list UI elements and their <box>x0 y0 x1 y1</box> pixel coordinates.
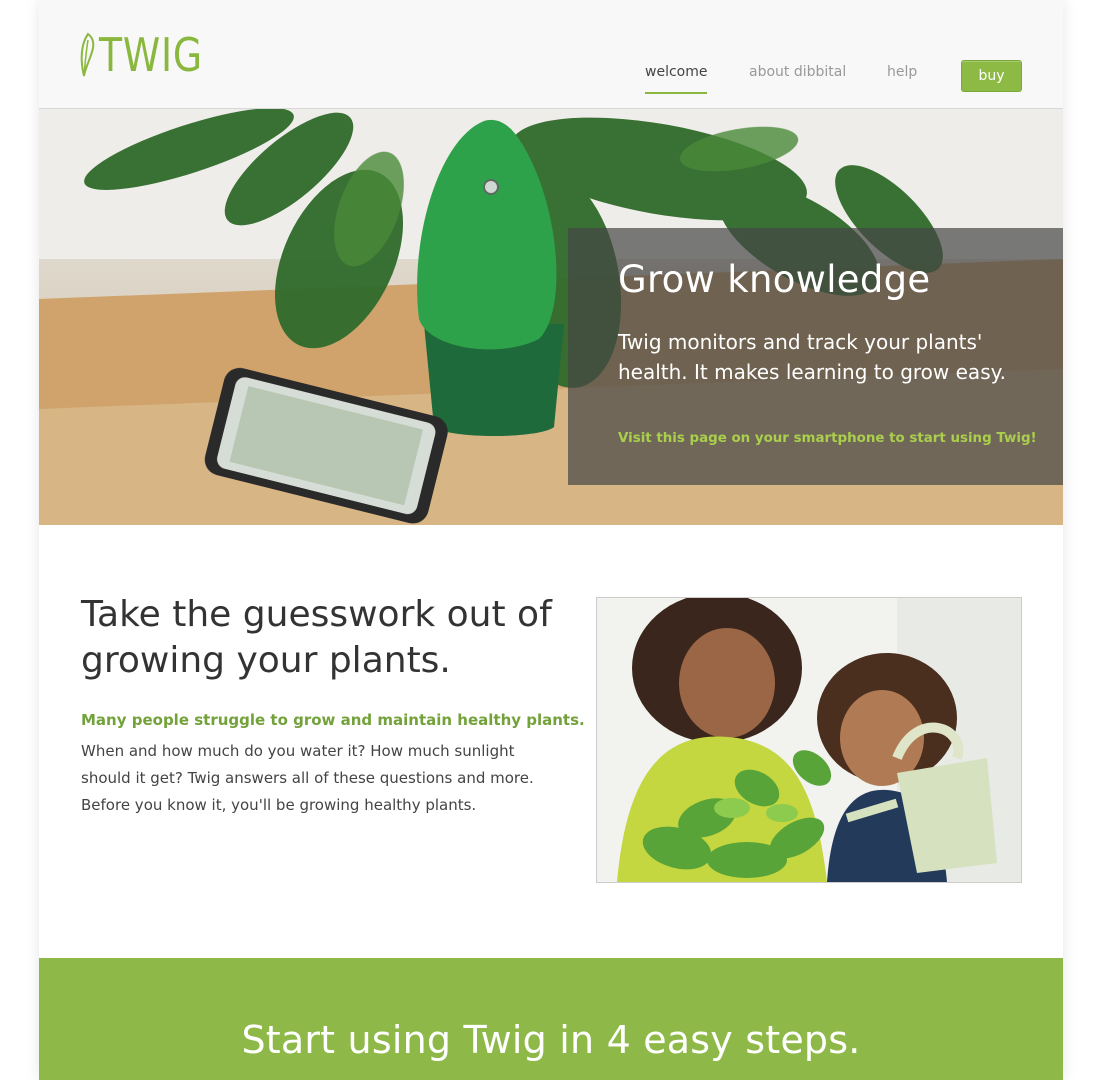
intro-heading: Take the guesswork out of growing your p… <box>81 594 552 681</box>
nav-about-dibbital[interactable]: about dibbital <box>749 64 846 92</box>
hero-overlay-panel: Grow knowledge Twig monitors and track y… <box>568 228 1063 485</box>
intro-lead: Many people struggle to grow and maintai… <box>81 711 585 729</box>
nav-help[interactable]: help <box>887 64 917 92</box>
buy-button[interactable]: buy <box>961 60 1022 92</box>
site-header: TWIG welcome about dibbital help buy <box>39 0 1063 109</box>
family-photo <box>596 597 1022 883</box>
page: TWIG welcome about dibbital help buy Gro… <box>39 0 1063 1080</box>
steps-title: Start using Twig in 4 easy steps. <box>241 1018 861 1062</box>
hero-title: Grow knowledge <box>618 258 931 301</box>
intro-body: When and how much do you water it? How m… <box>81 742 534 814</box>
steps-section: Start using Twig in 4 easy steps. <box>39 958 1063 1080</box>
nav-welcome[interactable]: welcome <box>645 64 708 94</box>
smartphone-note: Visit this page on your smartphone to st… <box>618 431 1037 446</box>
main-nav: welcome about dibbital help buy <box>39 60 1063 96</box>
hero-banner: Grow knowledge Twig monitors and track y… <box>39 109 1063 525</box>
hero-description: Twig monitors and track your plants' hea… <box>618 330 1006 384</box>
